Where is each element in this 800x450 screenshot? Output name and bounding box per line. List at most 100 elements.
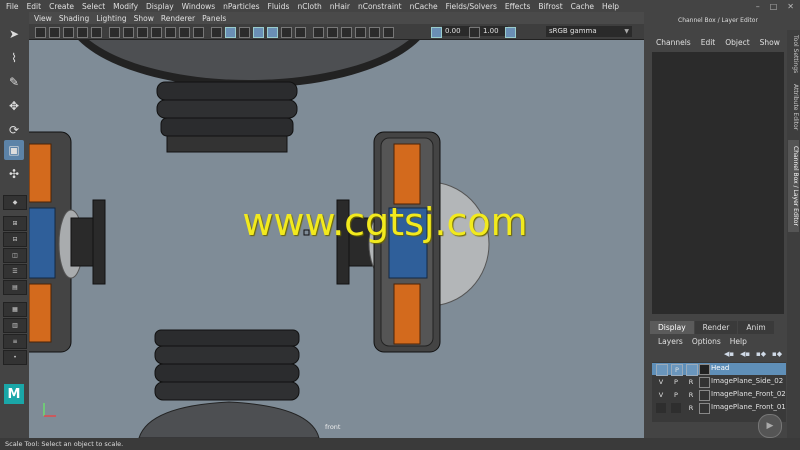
menu-display[interactable]: Display (146, 2, 174, 11)
grid-icon[interactable] (109, 27, 120, 38)
smooth-shade-icon[interactable] (225, 27, 236, 38)
gamma-field[interactable]: 1.00 (480, 26, 508, 36)
menu-help[interactable]: Help (602, 2, 619, 11)
panel-menu-panels[interactable]: Panels (202, 14, 226, 23)
use-all-lights-icon[interactable] (295, 27, 306, 38)
menu-layer-help[interactable]: Help (730, 337, 747, 346)
film-gate-icon[interactable] (123, 27, 134, 38)
gamma-icon[interactable] (469, 27, 480, 38)
layer-color-swatch[interactable] (699, 364, 710, 375)
exposure-icon[interactable] (431, 27, 442, 38)
layer-visibility-toggle[interactable] (656, 364, 668, 376)
menu-select[interactable]: Select (82, 2, 105, 11)
paint-select-tool-icon[interactable]: ✎ (4, 72, 24, 92)
panel-menu-show[interactable]: Show (134, 14, 154, 23)
layer-visibility-toggle[interactable]: V (656, 377, 666, 387)
rotate-tool-icon[interactable]: ⟳ (4, 120, 24, 140)
tab-display[interactable]: Display (650, 321, 694, 334)
xray-joints-icon[interactable] (267, 27, 278, 38)
view-transform-icon[interactable] (505, 27, 516, 38)
shadows-icon[interactable] (313, 27, 324, 38)
new-empty-layer-icon[interactable]: ▪◆ (756, 350, 766, 358)
menu-effects[interactable]: Effects (505, 2, 531, 11)
resolution-gate-icon[interactable] (137, 27, 148, 38)
four-pane-layout-icon[interactable]: ⊞ (3, 216, 27, 231)
layer-playback-toggle[interactable]: P (671, 390, 681, 400)
hypershade-layout-icon[interactable]: ▦ (3, 302, 27, 317)
panel-menu-renderer[interactable]: Renderer (161, 14, 195, 23)
channel-box-area[interactable] (652, 52, 784, 314)
single-pane-layout-icon[interactable]: ◆ (3, 195, 27, 210)
textured-icon[interactable] (281, 27, 292, 38)
new-layer-from-selected-icon[interactable]: ▪◆ (772, 350, 782, 358)
motion-blur-icon[interactable] (341, 27, 352, 38)
menu-layers[interactable]: Layers (658, 337, 683, 346)
maximize-icon[interactable]: □ (770, 2, 778, 11)
tab-anim[interactable]: Anim (738, 321, 774, 334)
menu-nhair[interactable]: nHair (330, 2, 350, 11)
layer-reference-toggle[interactable]: R (686, 390, 696, 400)
menu-bifrost[interactable]: Bifrost (538, 2, 562, 11)
menu-channels[interactable]: Channels (656, 38, 691, 47)
menu-windows[interactable]: Windows (182, 2, 215, 11)
wireframe-icon[interactable] (211, 27, 222, 38)
move-layer-down-icon[interactable]: ◀▪ (740, 350, 750, 358)
safe-title-icon[interactable] (193, 27, 204, 38)
menu-create[interactable]: Create (49, 2, 74, 11)
layer-color-swatch[interactable] (699, 390, 710, 401)
layer-visibility-toggle[interactable]: V (656, 390, 666, 400)
isolate-select-icon[interactable] (383, 27, 394, 38)
grease-pencil-icon[interactable] (91, 27, 102, 38)
layer-playback-toggle[interactable]: P (671, 364, 683, 376)
layer-row[interactable]: V P R ImagePlane_Front_02 (652, 389, 786, 401)
menu-modify[interactable]: Modify (113, 2, 138, 11)
anti-aliasing-icon[interactable] (355, 27, 366, 38)
panel-menu-shading[interactable]: Shading (59, 14, 89, 23)
last-tool-icon[interactable]: ✣ (4, 164, 24, 184)
script-layout-icon[interactable]: ≡ (3, 334, 27, 349)
menu-ncloth[interactable]: nCloth (297, 2, 321, 11)
select-tool-icon[interactable]: ➤ (4, 24, 24, 44)
ambient-occlusion-icon[interactable] (327, 27, 338, 38)
layer-visibility-toggle[interactable] (656, 403, 666, 413)
depth-of-field-icon[interactable] (369, 27, 380, 38)
layer-reference-toggle[interactable]: R (686, 377, 696, 387)
camera-attributes-icon[interactable] (35, 27, 46, 38)
menu-edit[interactable]: Edit (27, 2, 42, 11)
panel-menu-view[interactable]: View (34, 14, 52, 23)
layer-row[interactable]: V P R ImagePlane_Side_02 (652, 376, 786, 388)
panel-menu-lighting[interactable]: Lighting (96, 14, 126, 23)
menu-file[interactable]: File (6, 2, 19, 11)
layer-color-swatch[interactable] (699, 403, 710, 414)
tab-channel-box-layer-editor[interactable]: Channel Box / Layer Editor (788, 140, 799, 232)
color-space-dropdown[interactable]: sRGB gamma ▼ (546, 26, 632, 37)
play-icon[interactable]: ▶ (758, 414, 782, 438)
menu-options[interactable]: Options (692, 337, 721, 346)
wireframe-on-shaded-icon[interactable] (239, 27, 250, 38)
bookmark-icon[interactable] (49, 27, 60, 38)
layer-playback-toggle[interactable] (671, 403, 681, 413)
2d-pan-zoom-icon[interactable] (77, 27, 88, 38)
menu-nconstraint[interactable]: nConstraint (358, 2, 402, 11)
menu-object[interactable]: Object (725, 38, 749, 47)
tab-render[interactable]: Render (694, 321, 738, 334)
menu-nparticles[interactable]: nParticles (223, 2, 259, 11)
menu-ncache[interactable]: nCache (410, 2, 438, 11)
tab-attribute-editor[interactable]: Attribute Editor (788, 78, 799, 136)
gate-mask-icon[interactable] (151, 27, 162, 38)
menu-fields-solvers[interactable]: Fields/Solvers (446, 2, 497, 11)
field-chart-icon[interactable] (165, 27, 176, 38)
image-plane-icon[interactable] (63, 27, 74, 38)
scale-tool-icon[interactable]: ▣ (4, 140, 24, 160)
minimize-icon[interactable]: – (756, 2, 760, 11)
exposure-field[interactable]: 0.00 (442, 26, 470, 36)
menu-cache[interactable]: Cache (571, 2, 594, 11)
lasso-tool-icon[interactable]: ⌇ (4, 48, 24, 68)
split-layout-icon[interactable]: ⊟ (3, 232, 27, 247)
layer-row[interactable]: P Head (652, 363, 786, 376)
layer-row[interactable]: R ImagePlane_Front_01 (652, 402, 786, 414)
move-layer-up-icon[interactable]: ◀▪ (724, 350, 734, 358)
side-by-side-layout-icon[interactable]: ◫ (3, 248, 27, 263)
graph-layout-icon[interactable]: ▤ (3, 280, 27, 295)
layer-color-swatch[interactable] (699, 377, 710, 388)
